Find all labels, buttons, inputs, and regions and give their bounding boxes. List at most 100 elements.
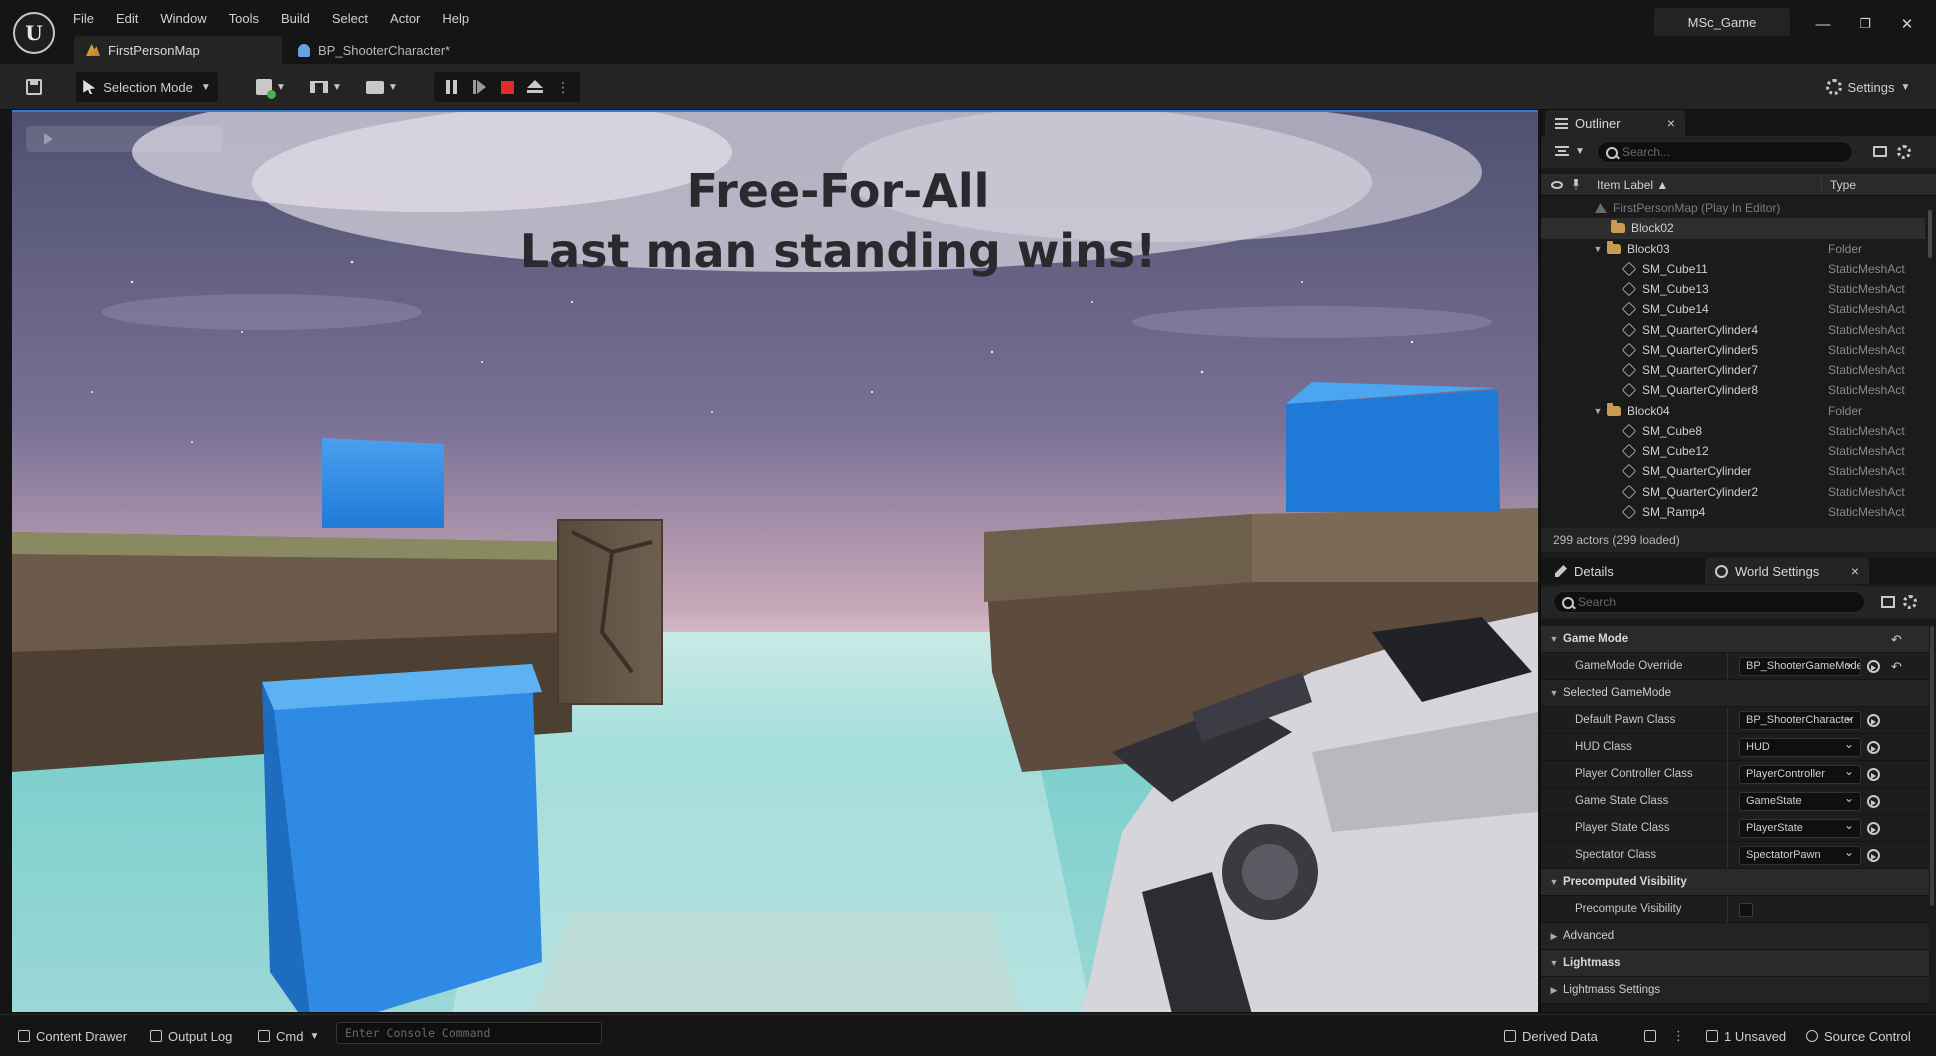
cinematics-button[interactable]: ▼ <box>362 72 402 102</box>
outliner-row[interactable]: SM_QuarterCylinder5 StaticMeshAct <box>1541 340 1925 360</box>
expand-arrow-icon[interactable]: ▶ <box>1549 931 1559 942</box>
class-picker-dropdown[interactable]: BP_ShooterCharacter <box>1739 711 1861 730</box>
pause-button[interactable] <box>437 72 465 102</box>
outliner-row[interactable]: FirstPersonMap (Play In Editor) <box>1541 198 1925 218</box>
outliner-row[interactable]: SM_QuarterCylinder StaticMeshAct <box>1541 461 1925 481</box>
class-picker-dropdown[interactable]: PlayerController <box>1739 765 1861 784</box>
outliner-row[interactable]: SM_Cube13 StaticMeshAct <box>1541 279 1925 299</box>
collapse-arrow-icon[interactable]: ▼ <box>1549 634 1559 644</box>
outliner-row[interactable]: SM_QuarterCylinder2 StaticMeshAct <box>1541 482 1925 502</box>
outliner-search-input[interactable]: Search... <box>1597 141 1853 163</box>
expand-arrow-icon[interactable]: ▼ <box>1593 244 1603 254</box>
class-picker-dropdown[interactable]: SpectatorPawn <box>1739 846 1861 865</box>
stop-button[interactable] <box>493 72 521 102</box>
browse-to-asset-icon[interactable] <box>1867 768 1880 781</box>
browse-to-asset-icon[interactable] <box>1867 822 1880 835</box>
level-viewport[interactable]: Free-For-All Last man standing wins! <box>12 110 1538 1012</box>
table-view-icon[interactable] <box>1881 596 1895 608</box>
class-picker-dropdown[interactable]: HUD <box>1739 738 1861 757</box>
tab-details[interactable]: Details <box>1545 558 1705 584</box>
project-name[interactable]: MSc_Game <box>1654 8 1790 36</box>
details-category[interactable]: ▼ Precomputed Visibility <box>1541 869 1929 896</box>
source-control-button[interactable]: Source Control <box>1806 1025 1911 1047</box>
blueprints-button[interactable]: ▼ <box>306 72 346 102</box>
close-icon[interactable]: × <box>1851 563 1859 579</box>
browse-to-asset-icon[interactable] <box>1867 795 1880 808</box>
minimize-button[interactable]: — <box>1808 12 1838 36</box>
step-frame-button[interactable] <box>465 72 493 102</box>
collapse-arrow-icon[interactable]: ▼ <box>1549 958 1559 968</box>
restore-button[interactable]: ❐ <box>1850 12 1880 36</box>
tab-world-settings[interactable]: World Settings × <box>1705 558 1869 584</box>
class-picker-dropdown[interactable]: BP_ShooterGameMode <box>1739 657 1861 676</box>
details-scrollbar[interactable] <box>1930 626 1934 906</box>
unreal-logo-icon[interactable]: U <box>13 12 55 54</box>
tab-firstpersonmap[interactable]: FirstPersonMap <box>74 36 282 64</box>
outliner-row[interactable]: SM_QuarterCylinder8 StaticMeshAct <box>1541 380 1925 400</box>
details-category[interactable]: ▼ Lightmass <box>1541 950 1929 977</box>
output-log-button[interactable]: Output Log <box>150 1025 232 1047</box>
filter-icon[interactable] <box>1555 146 1569 156</box>
cmd-dropdown[interactable]: Cmd ▼ <box>258 1025 319 1047</box>
add-actor-button[interactable]: ▼ <box>250 72 292 102</box>
outliner-row[interactable]: SM_QuarterCylinder7 StaticMeshAct <box>1541 360 1925 380</box>
reset-to-default-icon[interactable]: ↶ <box>1891 632 1902 648</box>
viewport-options-button[interactable] <box>26 126 222 152</box>
trace-button[interactable] <box>1644 1025 1656 1047</box>
column-item-label[interactable]: Item Label ▲ <box>1597 178 1668 192</box>
selection-mode-dropdown[interactable]: Selection Mode ▼ <box>76 72 218 102</box>
column-divider[interactable] <box>1727 653 1728 680</box>
outliner-row[interactable]: SM_Cube12 StaticMeshAct <box>1541 441 1925 461</box>
content-drawer-button[interactable]: Content Drawer <box>18 1025 127 1047</box>
column-divider[interactable] <box>1727 788 1728 815</box>
class-picker-dropdown[interactable]: PlayerState <box>1739 819 1861 838</box>
outliner-scrollbar[interactable] <box>1928 210 1932 258</box>
status-more-button[interactable]: ⋮ <box>1672 1025 1685 1047</box>
close-icon[interactable]: × <box>1667 115 1675 131</box>
details-category[interactable]: ▼ Game Mode <box>1541 626 1929 653</box>
settings-button[interactable]: Settings ▼ <box>1816 72 1920 102</box>
collapse-arrow-icon[interactable]: ▼ <box>1549 688 1559 698</box>
browse-to-asset-icon[interactable] <box>1867 741 1880 754</box>
menu-build[interactable]: Build <box>270 8 321 30</box>
column-divider[interactable] <box>1727 842 1728 869</box>
expand-arrow-icon[interactable]: ▶ <box>1549 985 1559 996</box>
eye-icon[interactable] <box>1551 181 1563 189</box>
menu-select[interactable]: Select <box>321 8 379 30</box>
details-search-input[interactable]: Search <box>1553 591 1865 613</box>
gear-icon[interactable] <box>1903 595 1917 609</box>
menu-window[interactable]: Window <box>149 8 217 30</box>
outliner-row[interactable]: ▼ Block04 Folder <box>1541 401 1925 421</box>
outliner-row[interactable]: Block02 <box>1541 218 1925 239</box>
outliner-row[interactable]: SM_Ramp4 StaticMeshAct <box>1541 502 1925 520</box>
menu-actor[interactable]: Actor <box>379 8 431 30</box>
details-subcategory[interactable]: ▼ Selected GameMode <box>1541 680 1929 707</box>
details-subcategory[interactable]: ▶ Lightmass Settings ↶ <box>1541 632 1929 1004</box>
outliner-row[interactable]: SM_Cube11 StaticMeshAct <box>1541 259 1925 279</box>
column-type[interactable]: Type <box>1821 178 1856 192</box>
menu-help[interactable]: Help <box>431 8 480 30</box>
details-subcategory[interactable]: ▶ Advanced <box>1541 923 1929 950</box>
console-command-input[interactable]: Enter Console Command <box>336 1022 602 1044</box>
close-button[interactable]: ✕ <box>1892 12 1922 36</box>
save-button[interactable] <box>22 72 46 102</box>
class-picker-dropdown[interactable]: GameState <box>1739 792 1861 811</box>
browse-to-asset-icon[interactable] <box>1867 714 1880 727</box>
expand-arrow-icon[interactable]: ▼ <box>1593 406 1603 416</box>
browse-to-asset-icon[interactable] <box>1867 660 1880 673</box>
collapse-arrow-icon[interactable]: ▼ <box>1549 877 1559 887</box>
column-divider[interactable] <box>1727 707 1728 734</box>
column-divider[interactable] <box>1727 815 1728 842</box>
column-divider[interactable] <box>1727 896 1728 923</box>
reset-to-default-icon[interactable]: ↶ <box>1891 659 1902 675</box>
eject-button[interactable] <box>521 72 549 102</box>
menu-edit[interactable]: Edit <box>105 8 149 30</box>
menu-file[interactable]: File <box>62 8 105 30</box>
unsaved-button[interactable]: 1 Unsaved <box>1706 1025 1786 1047</box>
tab-bp-shootercharacter[interactable]: BP_ShooterCharacter* <box>286 36 466 64</box>
precompute-visibility-checkbox[interactable] <box>1739 903 1753 917</box>
menu-tools[interactable]: Tools <box>218 8 270 30</box>
outliner-row[interactable]: SM_Cube8 StaticMeshAct <box>1541 421 1925 441</box>
add-folder-icon[interactable] <box>1873 146 1887 157</box>
column-divider[interactable] <box>1727 734 1728 761</box>
